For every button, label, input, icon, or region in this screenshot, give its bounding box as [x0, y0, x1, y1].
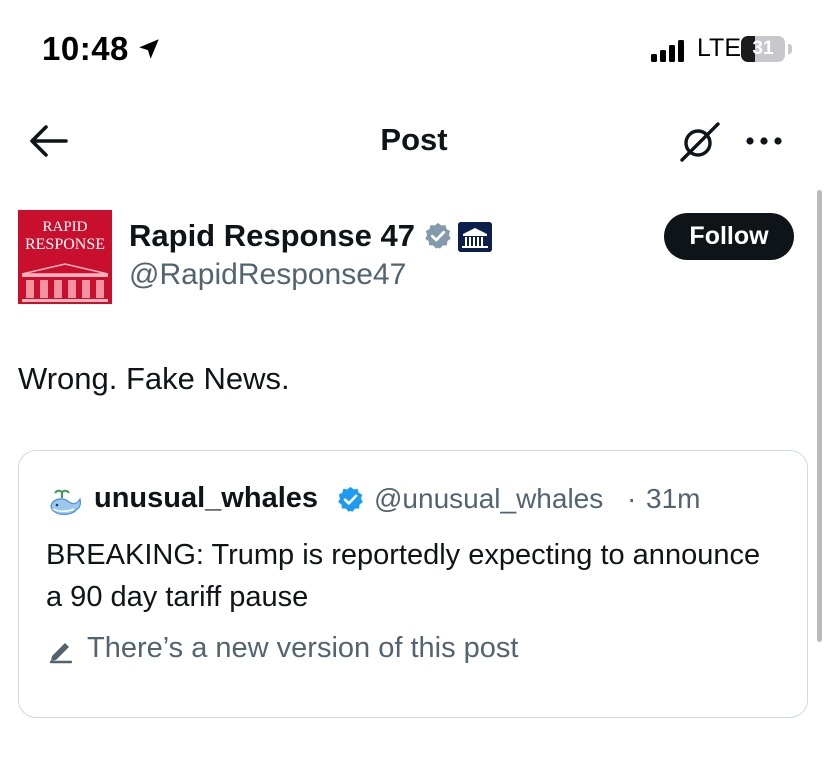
battery-cap [788, 44, 792, 54]
avatar-line2: RESPONSE [24, 236, 106, 253]
network-type: LTE [697, 34, 741, 62]
quoted-author-display-name[interactable]: unusual_whales [94, 482, 318, 515]
author-display-name[interactable]: Rapid Response 47 [129, 218, 415, 254]
follow-button[interactable]: Follow [664, 213, 794, 260]
more-icon[interactable] [744, 126, 784, 156]
quoted-post-timestamp[interactable]: 31m [646, 483, 700, 515]
grok-icon[interactable] [678, 120, 722, 164]
quoted-author-avatar-whale-icon [47, 484, 85, 522]
quoted-post-card[interactable]: unusual_whales @unusual_whales · 31m BRE… [18, 450, 808, 718]
verified-blue-badge-icon [338, 486, 363, 512]
avatar-line1: RAPID [42, 219, 88, 235]
verified-gray-badge-icon [425, 222, 451, 249]
pencil-edit-icon [49, 643, 73, 664]
author-avatar[interactable]: RAPID RESPONSE [18, 210, 112, 304]
quoted-post-text: BREAKING: Trump is reportedly expecting … [46, 539, 761, 613]
meta-separator: · [627, 483, 637, 514]
white-house-icon [21, 263, 109, 302]
affiliate-white-house-icon [458, 222, 492, 252]
edit-version-notice[interactable]: There’s a new version of this post [87, 632, 518, 665]
status-bar: 10:48 LTE 31 [0, 0, 828, 100]
cellular-signal-icon [651, 38, 691, 62]
post-text: Wrong. Fake News. [18, 361, 290, 396]
battery-level: 31 [752, 38, 774, 59]
back-arrow-icon[interactable] [28, 122, 70, 160]
scrollbar[interactable] [817, 190, 822, 642]
battery-icon: 31 [741, 36, 785, 62]
quoted-author-handle[interactable]: @unusual_whales [374, 483, 603, 515]
author-handle[interactable]: @RapidResponse47 [129, 258, 406, 292]
status-time: 10:48 [42, 30, 129, 67]
location-arrow-icon [139, 39, 159, 59]
